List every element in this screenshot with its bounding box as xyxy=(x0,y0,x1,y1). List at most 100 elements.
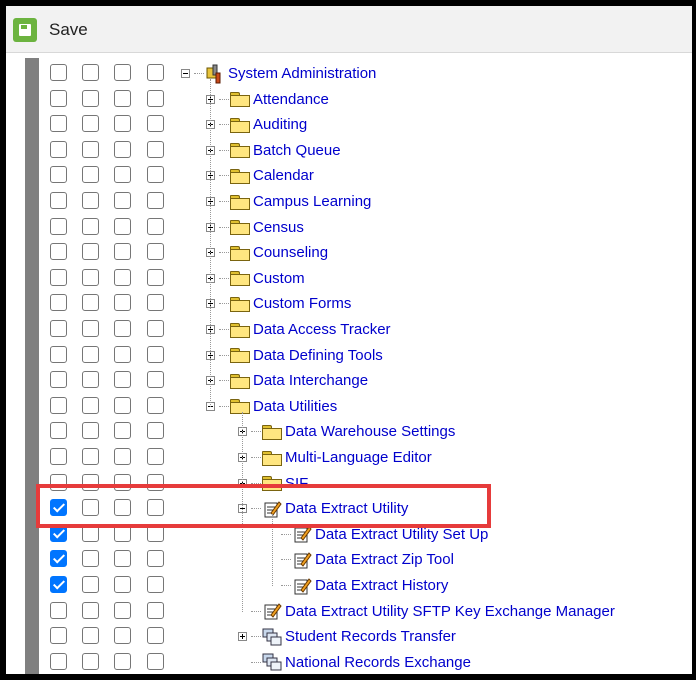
right-checkbox[interactable] xyxy=(147,294,164,312)
tree-node-label[interactable]: Data Extract History xyxy=(315,577,448,594)
tree-node-label[interactable]: Data Utilities xyxy=(253,398,337,415)
right-checkbox[interactable] xyxy=(50,576,67,593)
right-checkbox[interactable] xyxy=(147,140,164,158)
tree-node-label[interactable]: Calendar xyxy=(253,167,314,184)
tree-node-label[interactable]: Campus Learning xyxy=(253,193,371,210)
right-checkbox[interactable] xyxy=(114,192,131,209)
right-checkbox[interactable] xyxy=(147,601,164,619)
right-checkbox[interactable] xyxy=(82,243,99,261)
tree-node-label[interactable]: Multi-Language Editor xyxy=(285,449,432,466)
right-checkbox[interactable] xyxy=(114,601,131,619)
right-checkbox[interactable] xyxy=(147,268,164,286)
right-checkbox[interactable] xyxy=(147,627,164,645)
right-checkbox[interactable] xyxy=(50,166,67,184)
expand-icon[interactable] xyxy=(238,632,247,642)
right-checkbox[interactable] xyxy=(82,396,99,414)
right-checkbox[interactable] xyxy=(114,576,131,593)
right-checkbox[interactable] xyxy=(147,422,164,440)
right-checkbox[interactable] xyxy=(114,268,131,286)
right-checkbox[interactable] xyxy=(82,294,99,312)
tree-node-label[interactable]: Data Access Tracker xyxy=(253,321,391,338)
tree-node-label[interactable]: Data Extract Utility SFTP Key Exchange M… xyxy=(285,603,615,620)
right-checkbox[interactable] xyxy=(147,371,164,389)
right-checkbox[interactable] xyxy=(50,294,67,312)
right-checkbox[interactable] xyxy=(114,422,131,440)
right-checkbox[interactable] xyxy=(82,320,99,337)
right-checkbox[interactable] xyxy=(82,89,99,107)
right-checkbox[interactable] xyxy=(114,89,131,107)
right-checkbox[interactable] xyxy=(50,652,67,670)
right-checkbox[interactable] xyxy=(114,217,131,235)
tree-node-label[interactable]: Attendance xyxy=(253,91,329,108)
tree-node-label[interactable]: Data Warehouse Settings xyxy=(285,423,455,440)
right-checkbox[interactable] xyxy=(114,371,131,389)
tree-node-label[interactable]: Custom Forms xyxy=(253,295,351,312)
right-checkbox[interactable] xyxy=(114,448,131,465)
right-checkbox[interactable] xyxy=(50,64,67,81)
right-checkbox[interactable] xyxy=(147,192,164,209)
tree-node-label[interactable]: Custom xyxy=(253,270,305,287)
right-checkbox[interactable] xyxy=(147,64,164,81)
right-checkbox[interactable] xyxy=(50,448,67,465)
right-checkbox[interactable] xyxy=(82,371,99,389)
right-checkbox[interactable] xyxy=(114,627,131,645)
right-checkbox[interactable] xyxy=(147,217,164,235)
right-checkbox[interactable] xyxy=(50,422,67,440)
tree-node-label[interactable]: Data Interchange xyxy=(253,372,368,389)
right-checkbox[interactable] xyxy=(50,396,67,414)
right-checkbox[interactable] xyxy=(82,448,99,465)
right-checkbox[interactable] xyxy=(50,115,67,133)
tree-node-label[interactable]: Data Extract Zip Tool xyxy=(315,551,454,568)
right-checkbox[interactable] xyxy=(147,652,164,670)
tree-node-label[interactable]: Batch Queue xyxy=(253,142,341,159)
right-checkbox[interactable] xyxy=(82,627,99,645)
right-checkbox[interactable] xyxy=(50,550,67,568)
right-checkbox[interactable] xyxy=(50,320,67,337)
right-checkbox[interactable] xyxy=(147,115,164,133)
tree-node-label[interactable]: System Administration xyxy=(228,65,376,82)
right-checkbox[interactable] xyxy=(114,294,131,312)
right-checkbox[interactable] xyxy=(82,140,99,158)
tree-node-label[interactable]: Student Records Transfer xyxy=(285,628,456,645)
right-checkbox[interactable] xyxy=(50,345,67,363)
right-checkbox[interactable] xyxy=(82,422,99,440)
tree-node-label[interactable]: Census xyxy=(253,219,304,236)
right-checkbox[interactable] xyxy=(114,345,131,363)
right-checkbox[interactable] xyxy=(82,345,99,363)
tree-node-label[interactable]: Data Defining Tools xyxy=(253,347,383,364)
right-checkbox[interactable] xyxy=(147,166,164,184)
right-checkbox[interactable] xyxy=(82,217,99,235)
right-checkbox[interactable] xyxy=(82,166,99,184)
right-checkbox[interactable] xyxy=(50,371,67,389)
right-checkbox[interactable] xyxy=(114,652,131,670)
tree-node-label[interactable]: Auditing xyxy=(253,116,307,133)
collapse-icon[interactable] xyxy=(181,69,190,78)
right-checkbox[interactable] xyxy=(50,243,67,261)
right-checkbox[interactable] xyxy=(50,192,67,209)
right-checkbox[interactable] xyxy=(114,140,131,158)
right-checkbox[interactable] xyxy=(114,550,131,568)
save-button[interactable]: Save xyxy=(13,17,88,43)
right-checkbox[interactable] xyxy=(50,268,67,286)
right-checkbox[interactable] xyxy=(114,396,131,414)
right-checkbox[interactable] xyxy=(82,268,99,286)
right-checkbox[interactable] xyxy=(147,448,164,465)
right-checkbox[interactable] xyxy=(114,64,131,81)
right-checkbox[interactable] xyxy=(82,601,99,619)
right-checkbox[interactable] xyxy=(82,652,99,670)
right-checkbox[interactable] xyxy=(114,243,131,261)
tree-node-label[interactable]: Data Extract Utility Set Up xyxy=(315,526,488,543)
right-checkbox[interactable] xyxy=(50,217,67,235)
right-checkbox[interactable] xyxy=(82,550,99,568)
right-checkbox[interactable] xyxy=(50,89,67,107)
right-checkbox[interactable] xyxy=(82,115,99,133)
right-checkbox[interactable] xyxy=(147,243,164,261)
right-checkbox[interactable] xyxy=(82,192,99,209)
right-checkbox[interactable] xyxy=(82,64,99,81)
tree-node-label[interactable]: National Records Exchange xyxy=(285,654,471,671)
right-checkbox[interactable] xyxy=(50,140,67,158)
right-checkbox[interactable] xyxy=(147,345,164,363)
right-checkbox[interactable] xyxy=(50,627,67,645)
right-checkbox[interactable] xyxy=(114,320,131,337)
right-checkbox[interactable] xyxy=(147,550,164,568)
